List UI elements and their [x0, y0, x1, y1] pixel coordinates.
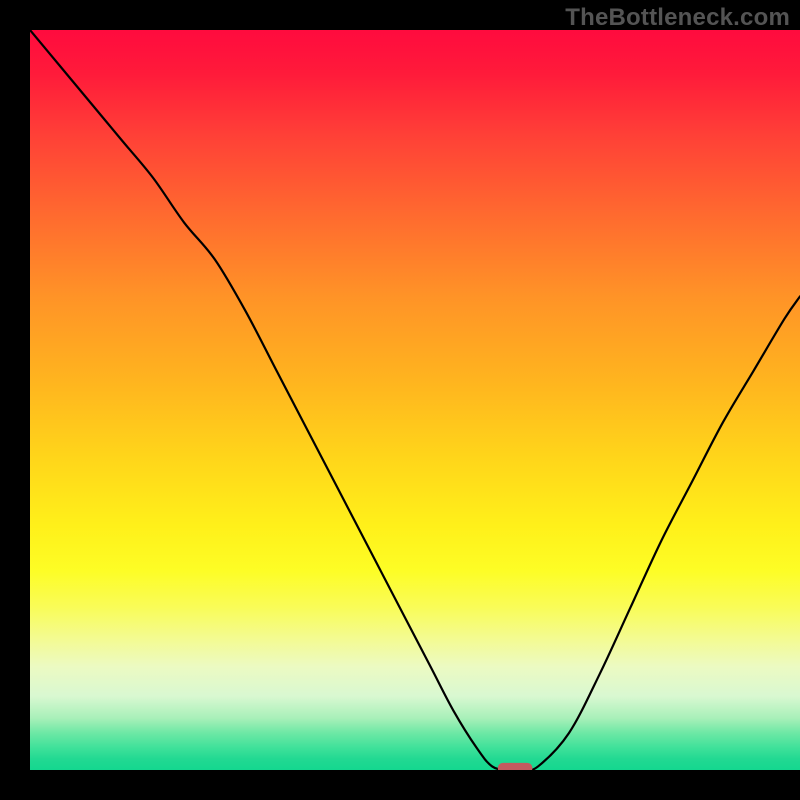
- bottleneck-curve: [30, 30, 800, 770]
- watermark-text: TheBottleneck.com: [565, 4, 790, 32]
- chart-svg: [30, 30, 800, 770]
- plot-area: [30, 30, 800, 770]
- chart-frame: TheBottleneck.com: [0, 0, 800, 800]
- optimal-marker: [498, 763, 533, 770]
